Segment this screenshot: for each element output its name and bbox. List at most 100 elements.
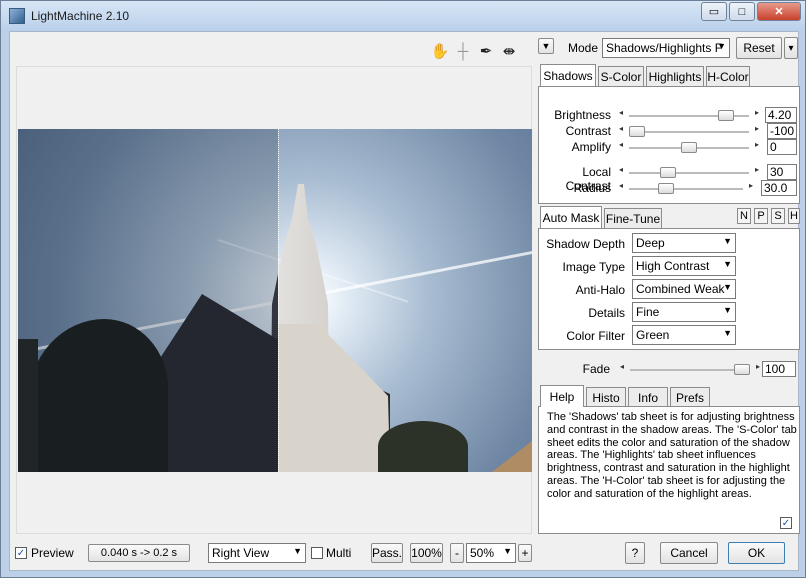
local-contrast-slider[interactable]: ◂ ▸ (619, 165, 759, 179)
chevron-down-icon: ▼ (723, 282, 732, 292)
chevron-down-icon: ▼ (723, 328, 732, 338)
ok-button[interactable]: OK (728, 542, 785, 564)
slider-thumb[interactable] (660, 167, 677, 178)
color-filter-value: Green (636, 328, 670, 342)
preview-label: Preview (31, 546, 74, 560)
zoom-select-value: 50% (470, 546, 495, 560)
multi-label: Multi (326, 546, 352, 560)
client-area: ✋ ┼ ✒ ⇼ ▼ Mode Shadows/Highlights F ▼ Re… (9, 31, 800, 572)
shadow-depth-label: Shadow Depth (546, 237, 625, 251)
shadows-sheet: Brightness ◂ ▸ 4.20 Contrast ◂ ▸ -100 Ampl… (538, 86, 800, 204)
window-title: LightMachine 2.10 (31, 9, 130, 23)
preview-checkbox[interactable]: ✓ (15, 547, 27, 559)
title-bar[interactable]: LightMachine 2.10 ▭ □ ✕ (1, 1, 805, 31)
slider-thumb[interactable] (734, 364, 750, 375)
help-button[interactable]: ? (625, 542, 645, 564)
shadow-depth-value: Deep (636, 236, 665, 250)
local-contrast-value[interactable]: 30 (767, 164, 797, 180)
minimize-button[interactable]: ▭ (701, 2, 727, 21)
brightness-value[interactable]: 4.20 (765, 107, 797, 123)
tab-shadows[interactable]: Shadows (540, 64, 596, 86)
brightness-slider[interactable]: ◂ ▸ (619, 108, 759, 122)
details-select[interactable]: Fine ▼ (632, 302, 736, 322)
eyedropper-icon[interactable]: ✒ (476, 42, 496, 60)
app-icon (9, 8, 25, 24)
tab-histo[interactable]: Histo (586, 387, 626, 407)
chevron-down-icon: ▼ (723, 305, 732, 315)
hand-icon[interactable]: ✋ (430, 42, 450, 60)
radius-value[interactable]: 30.0 (761, 180, 797, 196)
app-window: LightMachine 2.10 ▭ □ ✕ ✋ ┼ ✒ ⇼ ▼ Mode S… (0, 0, 806, 578)
pass-button[interactable]: Pass. (371, 543, 403, 563)
mask-s-button[interactable]: S (771, 208, 785, 224)
reset-button[interactable]: Reset (736, 37, 782, 59)
tab-info[interactable]: Info (628, 387, 668, 407)
zoom-out-button[interactable]: - (450, 543, 464, 563)
chevron-down-icon: ▼ (717, 41, 726, 51)
split-line[interactable] (278, 129, 279, 472)
zoom-in-button[interactable]: + (518, 544, 532, 562)
preview-photo[interactable] (18, 129, 532, 472)
tab-auto-mask[interactable]: Auto Mask (540, 206, 602, 228)
fade-value[interactable]: 100 (762, 361, 796, 377)
image-type-value: High Contrast (636, 259, 710, 273)
top-tabs: Shadows S-Color Highlights H-Color (540, 64, 796, 88)
contrast-slider[interactable]: ◂ ▸ (619, 124, 759, 138)
tab-help[interactable]: Help (540, 385, 584, 407)
cancel-button[interactable]: Cancel (660, 542, 718, 564)
slider-thumb[interactable] (629, 126, 645, 137)
view-select[interactable]: Right View ▼ (208, 543, 306, 563)
mode-menu-button[interactable]: ▼ (538, 38, 554, 54)
contrast-label: Contrast (565, 124, 611, 138)
help-text: The 'Shadows' tab sheet is for adjusting… (547, 411, 797, 500)
mask-p-button[interactable]: P (754, 208, 768, 224)
mode-select-value: Shadows/Highlights F (606, 41, 723, 55)
split-view-icon[interactable]: ⇼ (499, 42, 519, 60)
chevron-down-icon: ▼ (723, 236, 732, 246)
image-type-select[interactable]: High Contrast ▼ (632, 256, 736, 276)
details-value: Fine (636, 305, 660, 319)
slider-thumb[interactable] (658, 183, 675, 194)
timing-display: 0.040 s -> 0.2 s (88, 544, 190, 562)
chevron-down-icon: ▼ (293, 546, 302, 556)
mask-h-button[interactable]: H (788, 208, 800, 224)
anti-halo-label: Anti-Halo (575, 283, 625, 297)
amplify-value[interactable]: 0 (767, 139, 797, 155)
help-checkbox[interactable]: ✓ (780, 517, 792, 529)
shadow-depth-select[interactable]: Deep ▼ (632, 233, 736, 253)
radius-label: Radius (573, 181, 611, 195)
tab-highlights[interactable]: Highlights (646, 66, 704, 86)
slider-thumb[interactable] (681, 142, 697, 153)
tab-prefs[interactable]: Prefs (670, 387, 710, 407)
slider-thumb[interactable] (718, 110, 735, 121)
auto-mask-sheet: Shadow Depth Deep ▼ Image Type High Contr… (538, 228, 800, 350)
image-preview-area[interactable] (16, 66, 532, 534)
anti-halo-value: Combined Weak (636, 282, 725, 296)
color-filter-select[interactable]: Green ▼ (632, 325, 736, 345)
tab-s-color[interactable]: S-Color (598, 66, 644, 86)
amplify-label: Amplify (571, 140, 611, 154)
close-button[interactable]: ✕ (757, 2, 801, 21)
chevron-down-icon: ▼ (723, 259, 732, 269)
reset-menu-button[interactable]: ▾ (784, 37, 798, 59)
tab-h-color[interactable]: H-Color (706, 66, 750, 86)
crosshair-icon[interactable]: ┼ (453, 42, 473, 60)
help-sheet: The 'Shadows' tab sheet is for adjusting… (538, 406, 800, 534)
chevron-down-icon: ▼ (503, 546, 512, 556)
radius-slider[interactable]: ◂ ▸ (619, 181, 753, 195)
mode-select[interactable]: Shadows/Highlights F ▼ (602, 38, 730, 58)
tab-fine-tune[interactable]: Fine-Tune (604, 208, 662, 228)
contrast-value[interactable]: -100 (767, 123, 797, 139)
brightness-label: Brightness (554, 108, 611, 122)
color-filter-label: Color Filter (566, 329, 625, 343)
anti-halo-select[interactable]: Combined Weak ▼ (632, 279, 736, 299)
mask-n-button[interactable]: N (737, 208, 751, 224)
zoom-100-button[interactable]: 100% (410, 543, 443, 563)
settings-panel: ▼ Mode Shadows/Highlights F ▼ Reset ▾ Sha… (538, 32, 800, 572)
maximize-button[interactable]: □ (729, 2, 755, 21)
multi-checkbox[interactable] (311, 547, 323, 559)
zoom-select[interactable]: 50% ▼ (466, 543, 516, 563)
amplify-slider[interactable]: ◂ ▸ (619, 140, 759, 154)
details-label: Details (588, 306, 625, 320)
fade-slider[interactable]: ◂ ▸ (620, 362, 760, 376)
